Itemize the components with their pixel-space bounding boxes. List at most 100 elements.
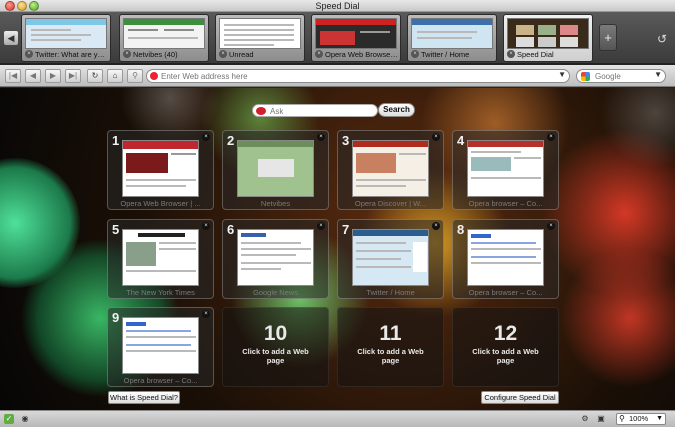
- home-button[interactable]: ⌂: [107, 69, 123, 83]
- close-icon[interactable]: ×: [202, 222, 210, 230]
- opera-unite-icon[interactable]: ✓: [4, 414, 14, 424]
- tab-thumbnail: [411, 18, 493, 49]
- close-icon[interactable]: ×: [317, 133, 325, 141]
- speed-dial-8[interactable]: 8 × Opera browser – Co...: [452, 219, 559, 299]
- navigation-toolbar: |◀ ◀ ▶ ▶| ↻ ⌂ ⚲ ▼ ▼: [0, 65, 675, 87]
- opera-icon: [150, 72, 158, 80]
- add-page-text: Click to add a Web page: [472, 347, 539, 365]
- new-tab-button[interactable]: +: [599, 24, 617, 51]
- dial-number: 3: [342, 133, 350, 148]
- tab-close-icon[interactable]: ×: [219, 50, 227, 58]
- forward-button[interactable]: ▶: [45, 69, 61, 83]
- close-icon[interactable]: ×: [202, 133, 210, 141]
- speed-dial-5[interactable]: 5 × The New York Times: [107, 219, 214, 299]
- close-icon[interactable]: ×: [547, 133, 555, 141]
- speed-dial-10-empty[interactable]: 10 Click to add a Web page: [222, 307, 329, 387]
- speed-dial-4[interactable]: 4 × Opera browser – Co...: [452, 130, 559, 210]
- tab-1[interactable]: × Twitter: What are you do...: [21, 14, 111, 62]
- close-icon[interactable]: ×: [202, 310, 210, 318]
- dial-number: 10: [263, 322, 288, 345]
- configure-speed-dial-button[interactable]: Configure Speed Dial: [481, 391, 559, 404]
- search-bar[interactable]: ▼: [576, 69, 666, 83]
- ask-search-input[interactable]: [270, 106, 370, 116]
- rewind-button[interactable]: |◀: [5, 69, 21, 83]
- zoom-select[interactable]: ⚲ 100% ▼: [616, 413, 666, 425]
- close-icon[interactable]: ×: [317, 222, 325, 230]
- dial-thumbnail: [467, 229, 544, 286]
- tab-thumbnail: [25, 18, 107, 49]
- dial-label: Opera Discover | W...: [354, 199, 427, 208]
- google-icon[interactable]: [581, 72, 590, 81]
- ask-icon: [256, 107, 266, 115]
- wand-button[interactable]: ⚲: [127, 69, 143, 83]
- dial-number: 8: [457, 222, 465, 237]
- dial-thumbnail: [122, 140, 199, 197]
- close-icon[interactable]: ×: [432, 133, 440, 141]
- tab-close-icon[interactable]: ×: [507, 50, 515, 58]
- closed-tabs-icon[interactable]: ↺: [657, 32, 667, 46]
- ask-search-button[interactable]: Search: [378, 103, 415, 117]
- speed-dial-9[interactable]: 9 × Opera browser – Co...: [107, 307, 214, 387]
- dial-label: Google News: [252, 288, 299, 297]
- dial-thumbnail: [467, 140, 544, 197]
- chevron-down-icon[interactable]: ▼: [654, 70, 662, 79]
- zoom-value: 100%: [629, 414, 649, 423]
- speed-dial-6[interactable]: 6 × Google News: [222, 219, 329, 299]
- dial-number: 12: [493, 322, 518, 345]
- close-icon[interactable]: ×: [432, 222, 440, 230]
- dial-label: Netvibes: [260, 199, 291, 208]
- back-button[interactable]: ◀: [25, 69, 41, 83]
- speed-dial-3[interactable]: 3 × Opera Discover | W...: [337, 130, 444, 210]
- tab-label: Netvibes (40): [133, 50, 178, 59]
- speed-dial-2[interactable]: 2 × Netvibes: [222, 130, 329, 210]
- tab-5[interactable]: × Twitter / Home: [407, 14, 497, 62]
- search-input[interactable]: [595, 71, 655, 82]
- dial-number: 7: [342, 222, 350, 237]
- reload-button[interactable]: ↻: [87, 69, 103, 83]
- dial-number: 4: [457, 133, 465, 148]
- speed-dial-1[interactable]: 1 × Opera Web Browser | ...: [107, 130, 214, 210]
- dial-label: Opera Web Browser | ...: [120, 199, 201, 208]
- panel-icon[interactable]: ◉: [20, 414, 30, 424]
- tab-thumbnail: [507, 18, 589, 49]
- dial-thumbnail: [352, 229, 429, 286]
- tab-label: Unread: [229, 50, 254, 59]
- address-input[interactable]: [161, 71, 551, 82]
- tab-4[interactable]: × Opera Web Browser | Fa...: [311, 14, 401, 62]
- speed-dial-7[interactable]: 7 × Twitter / Home: [337, 219, 444, 299]
- tab-2[interactable]: × Netvibes (40): [119, 14, 209, 62]
- tab-close-icon[interactable]: ×: [123, 50, 131, 58]
- dial-number: 2: [227, 133, 235, 148]
- panel-toggle-button[interactable]: ◀: [4, 31, 18, 45]
- view-icon[interactable]: ▣: [596, 414, 606, 424]
- speed-dial-page: Search 1 × Opera Web Browser | ... 2 × N…: [0, 88, 675, 410]
- dial-label: Twitter / Home: [366, 288, 415, 297]
- ask-search-bar[interactable]: [252, 104, 378, 117]
- tab-close-icon[interactable]: ×: [315, 50, 323, 58]
- tab-label: Speed Dial: [517, 50, 554, 59]
- tab-close-icon[interactable]: ×: [411, 50, 419, 58]
- window-title: Speed Dial: [315, 1, 360, 11]
- dial-number: 6: [227, 222, 235, 237]
- address-bar[interactable]: ▼: [146, 69, 570, 83]
- dial-thumbnail: [122, 317, 199, 374]
- tab-close-icon[interactable]: ×: [25, 50, 33, 58]
- close-icon[interactable]: ×: [547, 222, 555, 230]
- dial-thumbnail: [237, 229, 314, 286]
- tab-6-active[interactable]: × Speed Dial: [503, 14, 593, 62]
- what-is-speed-dial-button[interactable]: What is Speed Dial?: [108, 391, 180, 404]
- add-page-text: Click to add a Web page: [357, 347, 424, 365]
- dial-label: Opera browser – Co...: [468, 288, 543, 297]
- turbo-icon[interactable]: ⚙: [580, 414, 590, 424]
- status-bar: ✓ ◉ ⚙ ▣ ⚲ 100% ▼: [0, 410, 675, 427]
- fast-forward-button[interactable]: ▶|: [65, 69, 81, 83]
- speed-dial-11-empty[interactable]: 11 Click to add a Web page: [337, 307, 444, 387]
- dial-number: 1: [112, 133, 120, 148]
- chevron-down-icon[interactable]: ▼: [558, 70, 566, 79]
- title-bar: Speed Dial: [0, 0, 675, 12]
- tab-label: Twitter: What are you do...: [35, 50, 108, 59]
- tab-3[interactable]: × Unread: [215, 14, 305, 62]
- speed-dial-12-empty[interactable]: 12 Click to add a Web page: [452, 307, 559, 387]
- dial-label: Opera browser – Co...: [123, 376, 198, 385]
- chevron-down-icon: ▼: [656, 415, 663, 422]
